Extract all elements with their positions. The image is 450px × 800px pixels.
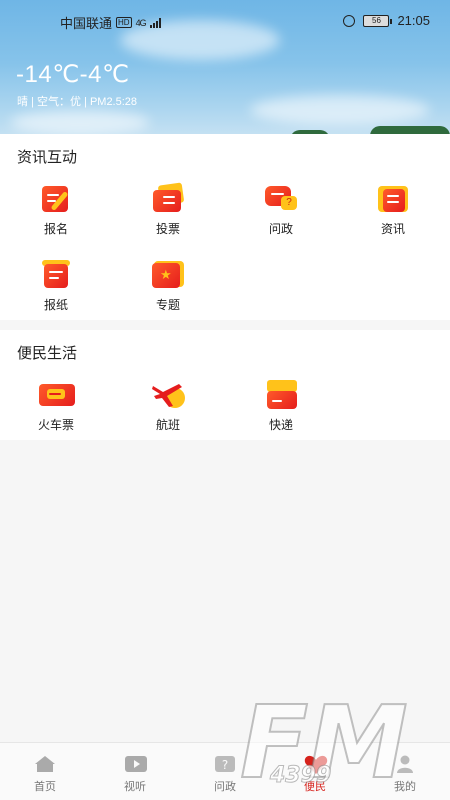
train-ticket-icon xyxy=(39,380,75,410)
carrier-name: 中国联通 xyxy=(60,16,113,31)
status-bar: 中国联通 HD 4G 56 21:05 xyxy=(0,0,450,40)
tab-profile[interactable]: 我的 xyxy=(375,755,435,794)
grid-item-newspaper[interactable]: 报纸 xyxy=(16,260,96,313)
svg-text:?: ? xyxy=(222,758,228,772)
vote-ticket-icon xyxy=(151,182,185,214)
tab-label: 问政 xyxy=(214,781,236,793)
grid-item-news[interactable]: 资讯 xyxy=(353,184,433,237)
tab-label: 便民 xyxy=(304,781,326,793)
grid-label: 快递 xyxy=(268,418,293,432)
question-chat-icon: ? xyxy=(264,184,298,214)
grid-item-topic[interactable]: ★ 专题 xyxy=(128,260,208,313)
grid-label: 专题 xyxy=(155,298,180,312)
signal-icon xyxy=(149,17,161,28)
grid-label: 报名 xyxy=(43,222,68,236)
tab-label: 首页 xyxy=(34,781,56,793)
topic-star-icon: ★ xyxy=(151,260,185,290)
section-title: 资讯互动 xyxy=(17,149,78,166)
tab-label: 我的 xyxy=(394,781,416,793)
parcel-icon xyxy=(264,380,298,410)
alarm-icon xyxy=(343,14,356,27)
tab-convenience[interactable]: 便民 xyxy=(285,755,345,794)
clock: 21:05 xyxy=(397,13,430,28)
battery-indicator: 56 xyxy=(363,14,393,27)
weather-temperature: -14℃-4℃ xyxy=(16,61,130,88)
weather-info: 晴 | 空气：优 | PM2.5:28 xyxy=(17,96,138,108)
section-title: 便民生活 xyxy=(17,345,78,362)
news-doc-icon xyxy=(376,184,410,214)
grid-label: 问政 xyxy=(268,222,293,236)
hd-badge: HD xyxy=(116,17,132,28)
grid-item-express[interactable]: 快递 xyxy=(241,380,321,433)
grid-item-flight[interactable]: 航班 xyxy=(128,380,208,433)
airplane-icon xyxy=(151,380,185,410)
grid-label: 投票 xyxy=(155,222,180,236)
person-icon xyxy=(394,755,416,773)
grid-label: 火车票 xyxy=(37,418,74,432)
grid-item-inquiry[interactable]: ? 问政 xyxy=(241,184,321,237)
network-indicator: 4G xyxy=(135,17,147,28)
newspaper-icon xyxy=(39,260,73,290)
convenience-life-section: 便民生活 火车票 航班 快递 xyxy=(0,330,450,440)
question-icon: ? xyxy=(214,755,236,773)
heart-icon xyxy=(304,755,328,774)
grid-label: 航班 xyxy=(155,418,180,432)
signup-pencil-icon xyxy=(39,184,73,214)
bottom-tab-bar: 首页 视听 ? 问政 便民 我的 xyxy=(0,742,450,800)
tab-inquiry[interactable]: ? 问政 xyxy=(195,755,255,794)
tab-media[interactable]: 视听 xyxy=(105,755,165,794)
home-icon xyxy=(34,755,56,773)
video-play-icon xyxy=(124,755,147,773)
tab-home[interactable]: 首页 xyxy=(15,755,75,794)
grid-label: 报纸 xyxy=(43,298,68,312)
grid-item-train-ticket[interactable]: 火车票 xyxy=(16,380,96,433)
grid-item-signup[interactable]: 报名 xyxy=(16,184,96,237)
grid-label: 资讯 xyxy=(380,222,405,236)
tab-label: 视听 xyxy=(124,781,146,793)
news-interaction-section: 资讯互动 报名 投票 ? 问政 资讯 报纸 ★ 专题 xyxy=(0,134,450,320)
grid-item-vote[interactable]: 投票 xyxy=(128,182,208,237)
